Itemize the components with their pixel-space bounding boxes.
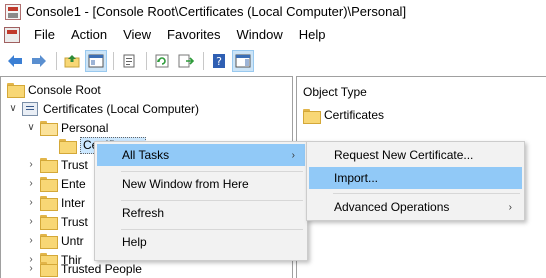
window-title: Console1 - [Console Root\Certificates (L… (26, 4, 407, 19)
system-menu-icon[interactable] (4, 27, 20, 43)
tree-item-certificates-local-computer[interactable]: ∨ Certificates (Local Computer) (7, 99, 199, 118)
submenu-arrow-icon: › (508, 201, 512, 213)
folder-icon (40, 196, 58, 211)
tree-item-label: Untr (61, 233, 84, 248)
toolbar-separator (146, 51, 147, 70)
menu-item-new-window-from-here[interactable]: New Window from Here (97, 173, 305, 195)
menu-item-request-new-certificate[interactable]: Request New Certificate... (309, 144, 522, 166)
menu-separator (121, 200, 303, 201)
tree-item-label: Inter (61, 195, 86, 210)
menu-item-import[interactable]: Import... (309, 167, 522, 189)
chevron-down-icon[interactable]: ∨ (7, 99, 19, 118)
menu-item-all-tasks[interactable]: All Tasks › (97, 144, 305, 166)
toolbar-separator (113, 51, 114, 70)
chevron-right-icon[interactable]: › (25, 193, 37, 212)
tree-item-trusted-root[interactable]: › Trust (25, 155, 88, 174)
menu-item-label: Import... (334, 171, 379, 185)
show-hide-tree-icon[interactable] (85, 49, 107, 72)
folder-icon (59, 139, 77, 154)
tree-item-label: Trusted People (61, 261, 142, 276)
toolbar: ? (0, 47, 546, 74)
refresh-icon[interactable] (151, 50, 173, 72)
folder-icon (303, 108, 321, 124)
all-tasks-submenu: Request New Certificate... Import... Adv… (306, 141, 525, 221)
list-item[interactable]: Certificates (303, 106, 384, 124)
folder-icon (40, 215, 58, 230)
export-list-icon[interactable] (175, 50, 197, 72)
column-header-object-type[interactable]: Object Type (303, 85, 367, 99)
menu-item-label: Help (122, 235, 147, 249)
show-hide-action-pane-icon[interactable] (232, 49, 254, 72)
tree-item-untrusted[interactable]: › Untr (25, 231, 84, 250)
title-bar: Console1 - [Console Root\Certificates (L… (0, 0, 546, 23)
menu-help[interactable]: Help (291, 24, 334, 46)
menu-file[interactable]: File (26, 24, 63, 46)
properties-icon[interactable] (118, 50, 140, 72)
folder-open-icon (40, 121, 58, 136)
menu-item-advanced-operations[interactable]: Advanced Operations › (309, 196, 522, 218)
certificate-store-icon (22, 101, 38, 116)
folder-icon (7, 83, 25, 98)
chevron-right-icon[interactable]: › (25, 231, 37, 250)
menu-bar: File Action View Favorites Window Help (0, 24, 546, 46)
chevron-right-icon[interactable]: › (25, 174, 37, 193)
folder-icon (40, 158, 58, 173)
toolbar-separator (203, 51, 204, 70)
tree-item-personal[interactable]: ∨ Personal (25, 118, 108, 137)
toolbar-separator (56, 51, 57, 70)
submenu-arrow-icon: › (291, 149, 295, 161)
tree-item-trusted-publishers[interactable]: › Trust (25, 212, 88, 231)
menu-separator (333, 193, 520, 194)
back-icon[interactable] (4, 50, 26, 72)
svg-text:?: ? (216, 55, 222, 68)
tree-item-enterprise-trust[interactable]: › Ente (25, 174, 86, 193)
list-item-label: Certificates (324, 108, 385, 122)
chevron-right-icon[interactable]: › (25, 155, 37, 174)
tree-item-console-root[interactable]: Console Root (7, 80, 101, 99)
mmc-app-icon[interactable] (5, 3, 21, 20)
chevron-down-icon[interactable]: ∨ (25, 118, 37, 137)
tree-item-label: Ente (61, 176, 86, 191)
tree-item-intermediate[interactable]: › Inter (25, 193, 85, 212)
chevron-right-icon[interactable]: › (25, 212, 37, 231)
tree-item-label: Trust (61, 214, 88, 229)
up-folder-icon[interactable] (61, 50, 83, 72)
tree-item-label: Certificates (Local Computer) (43, 101, 200, 116)
tree-item-label: Console Root (28, 82, 101, 97)
folder-icon (40, 177, 58, 192)
folder-icon (40, 262, 58, 277)
context-menu: All Tasks › New Window from Here Refresh… (94, 141, 308, 261)
menu-action[interactable]: Action (63, 24, 115, 46)
menu-window[interactable]: Window (229, 24, 291, 46)
menu-item-label: Refresh (122, 206, 165, 220)
menu-item-label: All Tasks (122, 148, 170, 162)
menu-item-label: New Window from Here (122, 177, 249, 191)
menu-view[interactable]: View (115, 24, 159, 46)
menu-favorites[interactable]: Favorites (159, 24, 228, 46)
forward-icon[interactable] (28, 50, 50, 72)
tree-item-trusted-people[interactable]: › Trusted People (25, 259, 142, 278)
folder-icon (40, 234, 58, 249)
chevron-right-icon[interactable]: › (25, 259, 37, 278)
tree-item-label: Personal (61, 120, 109, 135)
help-icon[interactable]: ? (208, 50, 230, 72)
menu-item-label: Request New Certificate... (334, 148, 474, 162)
tree-item-label: Trust (61, 157, 88, 172)
menu-separator (121, 171, 303, 172)
menu-separator (121, 229, 303, 230)
menu-item-label: Advanced Operations (334, 200, 450, 214)
menu-item-refresh[interactable]: Refresh (97, 202, 305, 224)
menu-item-help[interactable]: Help (97, 231, 305, 253)
